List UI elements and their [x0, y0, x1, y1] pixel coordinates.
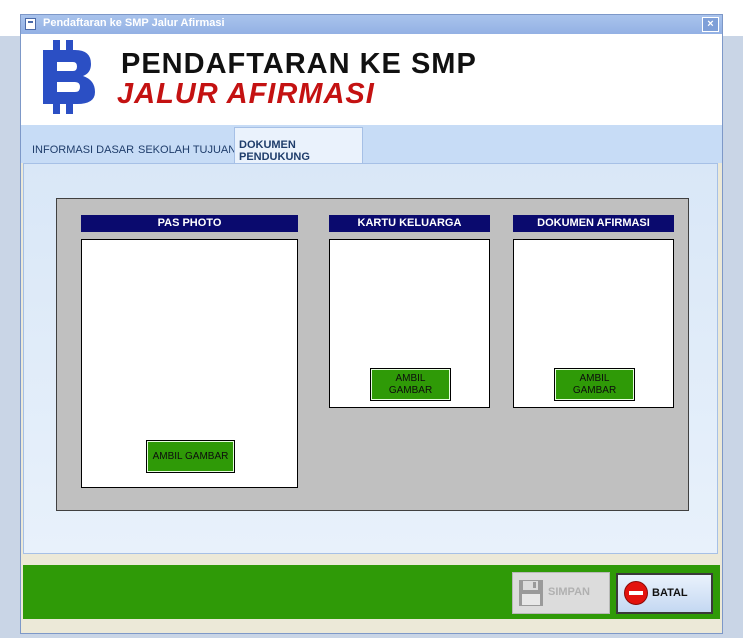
dokumen-afirmasi-image: AMBIL GAMBAR	[513, 239, 674, 408]
documents-panel: PAS PHOTO AMBIL GAMBAR KARTU KELUARGA AM…	[56, 198, 689, 511]
tab-informasi-dasar[interactable]: INFORMASI DASAR	[32, 144, 134, 156]
pas-photo-header: PAS PHOTO	[81, 215, 298, 232]
app-window-icon	[25, 18, 36, 30]
batal-label: BATAL	[652, 587, 688, 599]
ambil-gambar-pas-photo-button[interactable]: AMBIL GAMBAR	[146, 440, 235, 473]
simpan-label: SIMPAN	[548, 586, 590, 598]
tab-panel-dokumen: PAS PHOTO AMBIL GAMBAR KARTU KELUARGA AM…	[23, 163, 718, 554]
button-label-line1: AMBIL	[579, 372, 610, 384]
window-title: Pendaftaran ke SMP Jalur Afirmasi	[43, 17, 225, 29]
bitcoin-logo-icon	[43, 40, 95, 114]
batal-button[interactable]: BATAL	[616, 573, 713, 614]
dokumen-afirmasi-header: DOKUMEN AFIRMASI	[513, 215, 674, 232]
floppy-disk-icon	[519, 580, 543, 606]
kartu-keluarga-header: KARTU KELUARGA	[329, 215, 490, 232]
pas-photo-image: AMBIL GAMBAR	[81, 239, 298, 488]
app-header: PENDAFTARAN KE SMP JALUR AFIRMASI	[21, 34, 722, 125]
button-label-line2: GAMBAR	[572, 384, 617, 396]
header-subtitle: JALUR AFIRMASI	[117, 78, 375, 110]
ambil-gambar-kartu-keluarga-button[interactable]: AMBIL GAMBAR	[370, 368, 451, 401]
kartu-keluarga-image: AMBIL GAMBAR	[329, 239, 490, 408]
close-button[interactable]: ×	[702, 17, 719, 32]
footer-bar: SIMPAN BATAL	[23, 565, 720, 619]
button-label-line1: AMBIL	[395, 372, 426, 384]
tab-sekolah-tujuan[interactable]: SEKOLAH TUJUAN	[138, 144, 236, 156]
simpan-button[interactable]: SIMPAN	[512, 572, 610, 614]
tab-strip: INFORMASI DASAR SEKOLAH TUJUAN	[21, 125, 722, 163]
header-title: PENDAFTARAN KE SMP	[121, 48, 477, 80]
tab-dokumen-pendukung[interactable]: DOKUMEN PENDUKUNG	[234, 127, 363, 165]
tab-dokumen-pendukung-label: DOKUMEN PENDUKUNG	[239, 139, 310, 163]
button-label-line2: GAMBAR	[388, 384, 433, 396]
ambil-gambar-dokumen-afirmasi-button[interactable]: AMBIL GAMBAR	[554, 368, 635, 401]
title-bar[interactable]: Pendaftaran ke SMP Jalur Afirmasi ×	[21, 15, 722, 34]
app-window: Pendaftaran ke SMP Jalur Afirmasi × PEND…	[20, 14, 723, 634]
stop-icon	[624, 581, 648, 605]
